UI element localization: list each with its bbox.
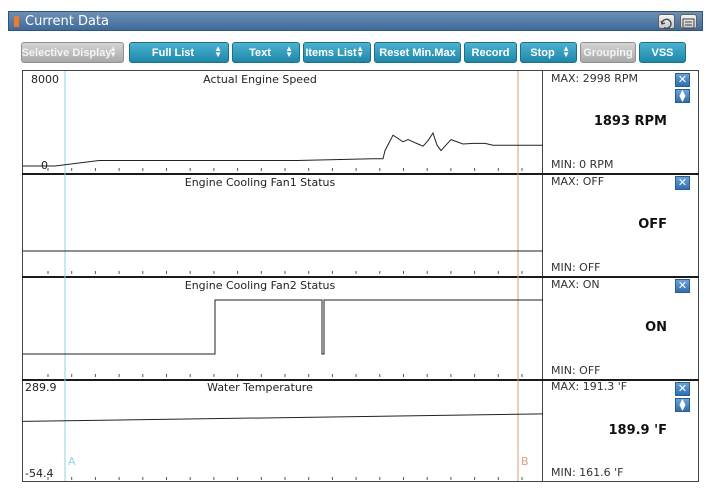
graph-plots: [22, 71, 544, 481]
tick-marks: [47, 168, 523, 480]
current-data-window: Current Data Selective Display ▲ ▼ Full L…: [0, 0, 713, 494]
water-temp-line: [22, 413, 544, 422]
fan2-status-line: [23, 299, 543, 355]
engine-speed-line: [23, 131, 543, 167]
